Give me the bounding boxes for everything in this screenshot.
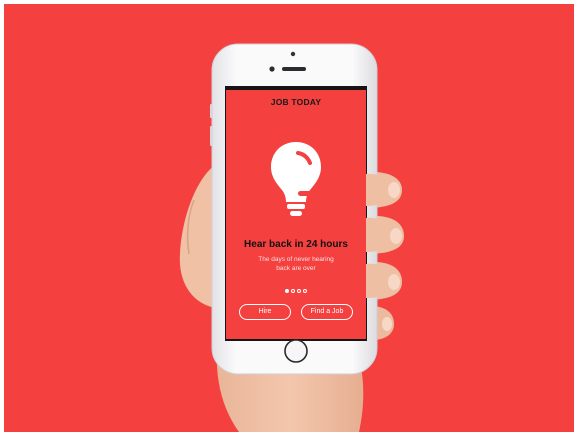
lightbulb-icon: [271, 142, 321, 216]
subtext: The days of never hearing back are over: [252, 256, 340, 273]
subtext-line-2: back are over: [276, 264, 316, 272]
page-dot[interactable]: [303, 289, 307, 293]
headline: Hear back in 24 hours: [244, 239, 348, 250]
app-screen: JOB TODAY Hear back in 24 hours The days…: [226, 90, 366, 339]
page-dot[interactable]: [297, 289, 301, 293]
subtext-line-1: The days of never hearing: [258, 256, 334, 263]
find-job-button[interactable]: Find a Job: [301, 304, 353, 320]
page-dot-active[interactable]: [285, 289, 289, 293]
page-dot[interactable]: [291, 289, 295, 293]
pagination-dots: [226, 289, 366, 293]
photo: JOB TODAY Hear back in 24 hours The days…: [4, 4, 574, 432]
hire-button[interactable]: Hire: [239, 304, 291, 320]
app-title: JOB TODAY: [270, 97, 322, 107]
